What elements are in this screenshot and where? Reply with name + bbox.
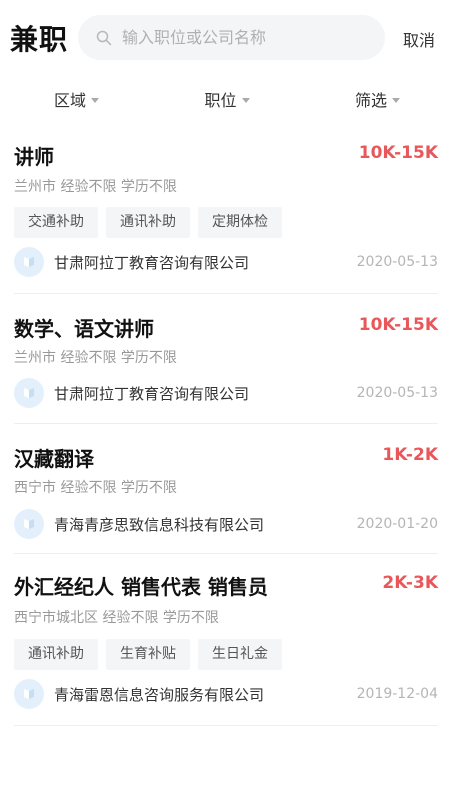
post-date: 2020-05-13	[356, 385, 438, 401]
job-title: 讲师	[14, 145, 54, 169]
caret-down-icon	[91, 97, 100, 103]
filter-label: 筛选	[354, 91, 387, 110]
filter-bar: 区域 职位 筛选	[0, 76, 450, 122]
header: 兼职 取消	[0, 0, 450, 76]
company-logo-icon	[14, 247, 44, 277]
job-list: 讲师 10K-15K 兰州市 经验不限 学历不限 交通补助 通讯补助 定期体检 …	[0, 122, 450, 726]
company-name: 甘肃阿拉丁教育咨询有限公司	[54, 253, 250, 272]
filter-label: 区域	[54, 91, 87, 110]
job-meta: 兰州市 经验不限 学历不限	[14, 179, 177, 195]
filter-label: 职位	[204, 91, 237, 110]
benefit-tag: 生育补贴	[106, 639, 190, 670]
job-title: 外汇经纪人 销售代表 销售员	[14, 575, 268, 599]
caret-down-icon	[391, 97, 400, 103]
post-date: 2020-01-20	[356, 516, 438, 532]
company-row: 青海青彦思致信息科技有限公司 2020-01-20	[14, 509, 438, 539]
job-meta: 兰州市 经验不限 学历不限	[14, 350, 177, 366]
tag-list: 交通补助 通讯补助 定期体检	[14, 207, 290, 238]
page-title: 兼职	[10, 23, 69, 56]
benefit-tag: 定期体检	[198, 207, 282, 238]
search-icon	[96, 30, 112, 46]
search-box[interactable]	[78, 15, 385, 60]
company-logo-icon	[14, 509, 44, 539]
company-row: 甘肃阿拉丁教育咨询有限公司 2020-05-13	[14, 247, 438, 277]
filter-region[interactable]: 区域	[0, 76, 169, 122]
post-date: 2020-05-13	[356, 254, 438, 270]
company-name: 青海青彦思致信息科技有限公司	[54, 515, 265, 534]
cancel-button[interactable]: 取消	[403, 27, 435, 51]
job-title: 数学、语文讲师	[14, 317, 154, 341]
company-row: 青海雷恩信息咨询服务有限公司 2019-12-04	[14, 679, 438, 709]
job-salary: 10K-15K	[358, 143, 438, 163]
company-name: 青海雷恩信息咨询服务有限公司	[54, 685, 265, 704]
benefit-tag: 交通补助	[14, 207, 98, 238]
post-date: 2019-12-04	[356, 686, 438, 702]
job-meta: 西宁市 经验不限 学历不限	[14, 480, 177, 496]
company-row: 甘肃阿拉丁教育咨询有限公司 2020-05-13	[14, 378, 438, 408]
company-logo-icon	[14, 679, 44, 709]
job-salary: 1K-2K	[382, 445, 438, 465]
caret-down-icon	[241, 97, 250, 103]
benefit-tag: 通讯补助	[14, 639, 98, 670]
job-card[interactable]: 讲师 10K-15K 兰州市 经验不限 学历不限 交通补助 通讯补助 定期体检 …	[14, 122, 438, 294]
job-meta: 西宁市城北区 经验不限 学历不限	[14, 610, 219, 626]
company-logo-icon	[14, 378, 44, 408]
job-salary: 2K-3K	[382, 573, 438, 593]
filter-position[interactable]: 职位	[169, 76, 284, 122]
job-card[interactable]: 外汇经纪人 销售代表 销售员 2K-3K 西宁市城北区 经验不限 学历不限 通讯…	[14, 554, 438, 726]
benefit-tag: 通讯补助	[106, 207, 190, 238]
benefit-tag: 生日礼金	[198, 639, 282, 670]
search-input[interactable]	[122, 28, 362, 47]
job-salary: 10K-15K	[358, 315, 438, 335]
job-title: 汉藏翻译	[14, 447, 94, 471]
filter-screen[interactable]: 筛选	[285, 76, 450, 122]
job-card[interactable]: 汉藏翻译 1K-2K 西宁市 经验不限 学历不限 青海青彦思致信息科技有限公司 …	[14, 424, 438, 554]
job-card[interactable]: 数学、语文讲师 10K-15K 兰州市 经验不限 学历不限 甘肃阿拉丁教育咨询有…	[14, 294, 438, 424]
company-name: 甘肃阿拉丁教育咨询有限公司	[54, 384, 250, 403]
tag-list: 通讯补助 生育补贴 生日礼金	[14, 639, 290, 670]
